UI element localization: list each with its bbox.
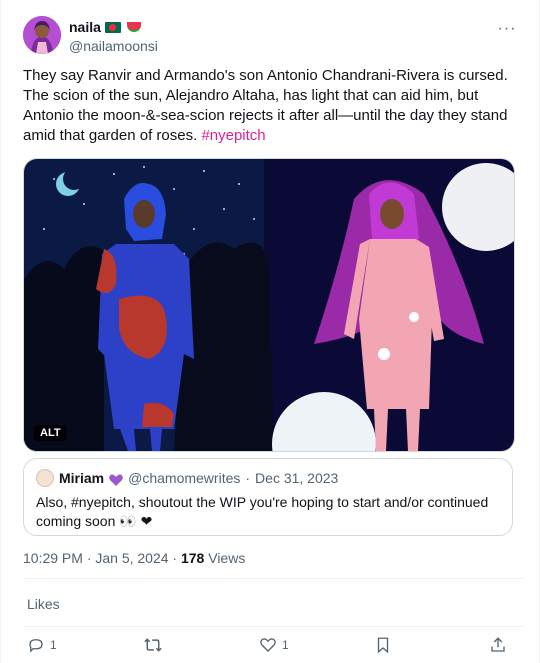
bookmark-button[interactable] bbox=[375, 636, 391, 654]
hashtag-link[interactable]: #nyepitch bbox=[201, 127, 265, 144]
divider bbox=[23, 626, 525, 627]
author-names: naila @nailamoonsi bbox=[69, 18, 158, 55]
quote-header: Miriam @chamomewrites · Dec 31, 2023 bbox=[36, 469, 500, 487]
retweet-button[interactable] bbox=[143, 636, 168, 654]
quote-date: Dec 31, 2023 bbox=[255, 470, 339, 486]
tweet-header: naila @nailamoonsi ··· bbox=[23, 14, 525, 58]
quote-avatar bbox=[36, 469, 54, 487]
author-display-name[interactable]: naila bbox=[69, 18, 101, 36]
purple-heart-icon bbox=[109, 472, 124, 486]
quote-separator: · bbox=[245, 470, 251, 486]
retweet-icon bbox=[144, 638, 162, 652]
bookmark-icon bbox=[377, 637, 389, 654]
reply-icon bbox=[29, 639, 43, 653]
divider bbox=[23, 578, 525, 579]
views-label: Views bbox=[204, 550, 246, 566]
tweet-timestamp: 10:29 PM · Jan 5, 2024 · 178 Views bbox=[23, 550, 245, 566]
artwork-image[interactable] bbox=[24, 159, 514, 451]
tweet-text: They say Ranvir and Armando's son Antoni… bbox=[23, 66, 519, 146]
author-display-name-row[interactable]: naila bbox=[69, 18, 141, 36]
ellipsis-icon[interactable]: ··· bbox=[495, 20, 519, 38]
quote-display-name: Miriam bbox=[59, 470, 105, 486]
views-count: 178 bbox=[180, 550, 205, 566]
bangladesh-flag-icon bbox=[104, 21, 121, 33]
tweet-card: naila @nailamoonsi ··· They say Ranvir a… bbox=[0, 0, 540, 663]
avatar[interactable] bbox=[23, 16, 61, 54]
tweet-time[interactable]: 10:29 PM · Jan 5, 2024 · bbox=[23, 550, 181, 566]
author-handle[interactable]: @nailamoonsi bbox=[69, 37, 158, 55]
likes-link[interactable]: Likes bbox=[27, 596, 60, 612]
reply-count: 1 bbox=[50, 638, 57, 652]
tweet-media[interactable]: ALT bbox=[23, 158, 515, 452]
like-count: 1 bbox=[282, 638, 289, 652]
alt-text-badge[interactable]: ALT bbox=[34, 425, 67, 441]
quote-text: Also, #nyepitch, shoutout the WIP you're… bbox=[36, 494, 489, 529]
watermelon-icon bbox=[126, 22, 141, 32]
quoted-tweet[interactable]: Miriam @chamomewrites · Dec 31, 2023 Als… bbox=[23, 458, 513, 536]
quote-handle: @chamomewrites bbox=[128, 470, 241, 486]
like-button[interactable]: 1 bbox=[259, 636, 289, 654]
action-bar: 1 1 bbox=[23, 636, 519, 658]
heart-icon bbox=[260, 638, 276, 652]
reply-button[interactable]: 1 bbox=[27, 636, 57, 654]
share-button[interactable] bbox=[489, 636, 507, 654]
share-icon bbox=[491, 637, 505, 652]
